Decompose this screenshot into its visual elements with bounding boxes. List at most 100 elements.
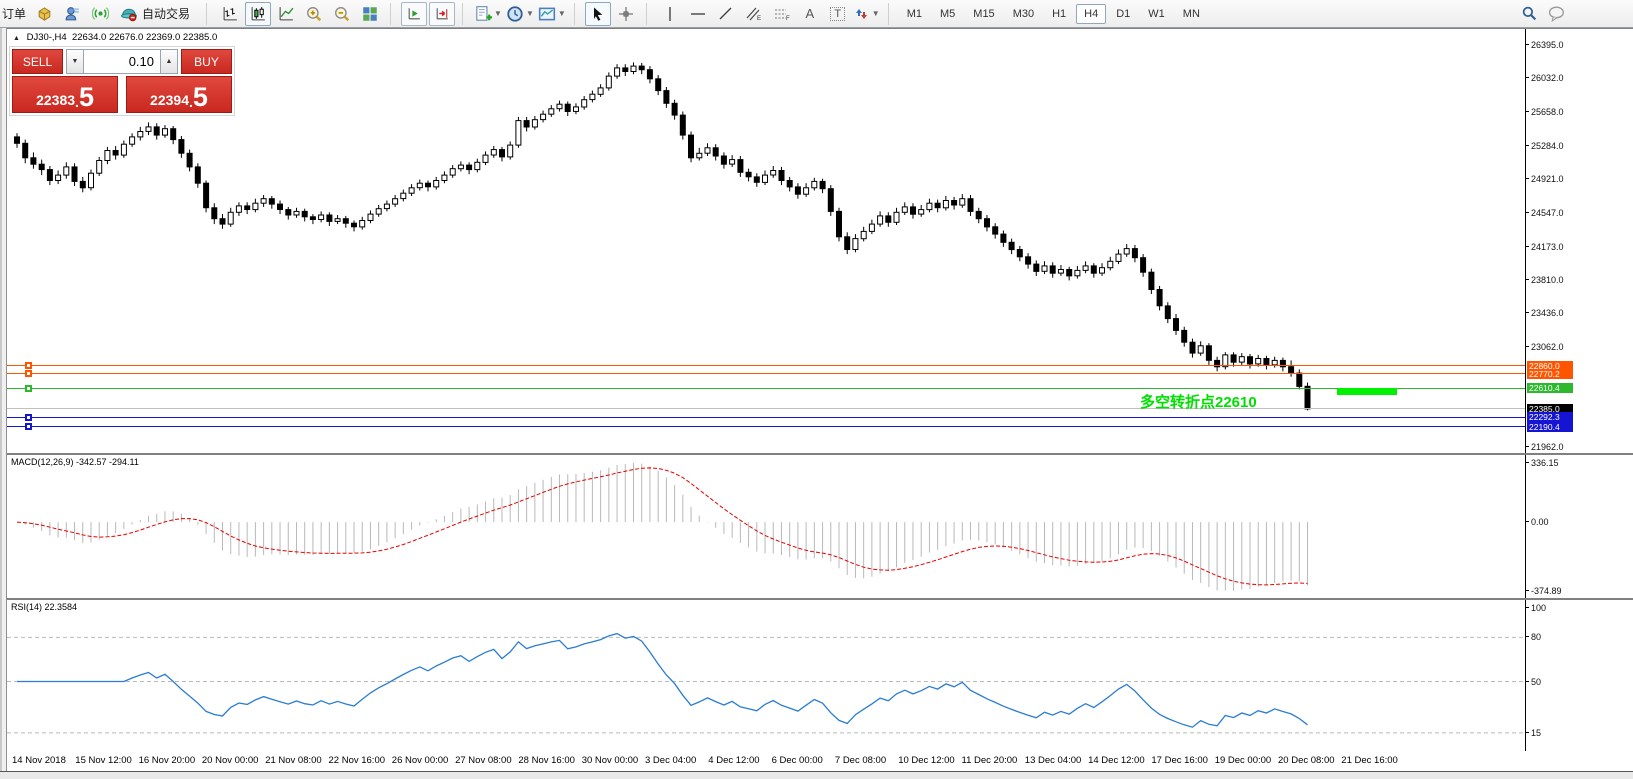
line-handle[interactable] [25, 362, 32, 369]
main-chart-window: ▲ DJ30-,H4 22634.0 22676.0 22369.0 22385… [7, 28, 1633, 453]
price-axis[interactable]: 26395.026032.025658.025284.024921.024547… [1525, 29, 1633, 453]
signal-icon[interactable] [87, 2, 113, 26]
date-axis-label: 21 Dec 16:00 [1341, 755, 1398, 766]
macd-axis[interactable]: 336.150.00-374.89 [1525, 455, 1633, 598]
ask-quote-button[interactable]: 22394.5 [126, 76, 232, 113]
volume-stepper: ▼ 0.10 ▲ [66, 49, 178, 74]
date-axis-label: 7 Dec 08:00 [835, 755, 886, 766]
text-tool[interactable]: A [797, 2, 823, 26]
zoom-in-button[interactable] [301, 2, 327, 26]
auto-scroll-button[interactable] [401, 2, 427, 26]
price-axis-tick: 23062.0 [1531, 342, 1564, 352]
autotrade-button[interactable]: 自动交易 [115, 2, 199, 26]
market-watch-icon[interactable] [31, 2, 57, 26]
line-handle[interactable] [25, 414, 32, 421]
line-chart-type-button[interactable] [273, 2, 299, 26]
chat-icon[interactable] [1544, 2, 1570, 26]
zoom-out-button[interactable] [329, 2, 355, 26]
navigator-icon[interactable] [59, 2, 85, 26]
sell-button[interactable]: SELL [12, 49, 63, 74]
vertical-line-tool[interactable] [657, 2, 683, 26]
rsi-window: RSI(14) 22.3584 1008050150 [7, 598, 1633, 751]
timeframe-d1[interactable]: D1 [1108, 4, 1138, 24]
pivot-annotation-text[interactable]: 多空转折点22610 [1140, 391, 1257, 412]
price-axis-tick: 23436.0 [1531, 308, 1564, 318]
toolbar-separator [574, 3, 580, 25]
ask-price: 22394 [150, 90, 189, 110]
text-label-tool[interactable]: T [825, 2, 851, 26]
line-handle[interactable] [25, 423, 32, 430]
timeframe-mn[interactable]: MN [1175, 4, 1208, 24]
template-button[interactable]: ▼ [537, 2, 567, 26]
ohlc-values: 22634.0 22676.0 22369.0 22385.0 [72, 32, 217, 43]
autotrade-label: 自动交易 [138, 5, 194, 22]
line-handle[interactable] [25, 370, 32, 377]
buy-button[interactable]: BUY [181, 49, 232, 74]
timeframe-h1[interactable]: H1 [1044, 4, 1074, 24]
date-axis-label: 20 Nov 00:00 [202, 755, 259, 766]
timeframe-m15[interactable]: M15 [965, 4, 1002, 24]
rsi-label: RSI(14) 22.3584 [11, 602, 77, 612]
date-axis-label: 19 Dec 00:00 [1215, 755, 1272, 766]
top-toolbar: 订单 自动交易 ▼ ▼ ▼ E F A T ▼ M1M5M15M30H1H4D1… [0, 0, 1633, 28]
date-axis-label: 4 Dec 12:00 [708, 755, 759, 766]
tile-windows-button[interactable] [357, 2, 383, 26]
new-order-button[interactable]: 订单 [0, 5, 30, 22]
date-axis-label: 16 Nov 20:00 [139, 755, 196, 766]
macd-window: MACD(12,26,9) -342.57 -294.11 336.150.00… [7, 453, 1633, 598]
date-axis[interactable]: 14 Nov 201815 Nov 12:0016 Nov 20:0020 No… [7, 751, 1633, 771]
chart-title: ▲ DJ30-,H4 22634.0 22676.0 22369.0 22385… [13, 32, 217, 43]
date-axis-label: 13 Dec 04:00 [1025, 755, 1082, 766]
line-handle[interactable] [25, 385, 32, 392]
horizontal-line-22190.4[interactable] [7, 426, 1525, 427]
horizontal-line-tool[interactable] [685, 2, 711, 26]
rsi-plot[interactable]: RSI(14) 22.3584 [7, 600, 1525, 751]
status-bar [0, 771, 1633, 779]
equidistant-channel-tool[interactable]: E [741, 2, 767, 26]
fibonacci-tool[interactable]: F [769, 2, 795, 26]
horizontal-line-22385[interactable] [7, 408, 1525, 409]
trendline-tool[interactable] [713, 2, 739, 26]
bid-quote-button[interactable]: 22383.5 [12, 76, 118, 113]
search-icon[interactable] [1516, 2, 1542, 26]
timeframe-m1[interactable]: M1 [899, 4, 930, 24]
periods-clock-button[interactable]: ▼ [505, 2, 535, 26]
window-left-frame [0, 28, 7, 771]
horizontal-line-22292.3[interactable] [7, 417, 1525, 418]
horizontal-line-22770.2[interactable] [7, 373, 1525, 374]
bar-chart-type-button[interactable] [217, 2, 243, 26]
price-line-label: 22190.4 [1527, 422, 1573, 432]
price-axis-tick: 23810.0 [1531, 275, 1564, 285]
chart-shift-button[interactable] [429, 2, 455, 26]
toolbar-separator [646, 3, 652, 25]
cursor-tool-button[interactable] [585, 2, 611, 26]
date-axis-label: 28 Nov 16:00 [518, 755, 575, 766]
volume-input[interactable]: 0.10 [84, 49, 160, 74]
bid-price: 22383 [36, 90, 75, 110]
timeframe-m30[interactable]: M30 [1005, 4, 1042, 24]
candlestick-chart-type-button[interactable] [245, 2, 271, 26]
timeframe-m5[interactable]: M5 [932, 4, 963, 24]
macd-plot[interactable]: MACD(12,26,9) -342.57 -294.11 [7, 455, 1525, 598]
horizontal-line-22860[interactable] [7, 365, 1525, 366]
price-axis-tick: 24173.0 [1531, 242, 1564, 252]
date-axis-label: 26 Nov 00:00 [392, 755, 449, 766]
date-axis-label: 3 Dec 04:00 [645, 755, 696, 766]
main-chart-plot[interactable]: ▲ DJ30-,H4 22634.0 22676.0 22369.0 22385… [7, 29, 1525, 453]
arrows-tool[interactable]: ▼ [853, 2, 881, 26]
pivot-level-highlight[interactable] [1337, 388, 1397, 395]
date-axis-label: 15 Nov 12:00 [75, 755, 132, 766]
date-axis-label: 30 Nov 00:00 [582, 755, 639, 766]
price-axis-tick: 24921.0 [1531, 174, 1564, 184]
rsi-axis[interactable]: 1008050150 [1525, 600, 1633, 751]
timeframe-h4[interactable]: H4 [1076, 4, 1106, 24]
timeframe-w1[interactable]: W1 [1140, 4, 1173, 24]
collapse-icon[interactable]: ▲ [13, 35, 20, 42]
date-axis-label: 27 Nov 08:00 [455, 755, 512, 766]
volume-decrease-button[interactable]: ▼ [66, 49, 84, 74]
crosshair-tool-button[interactable] [613, 2, 639, 26]
horizontal-line-22610.4[interactable] [7, 388, 1525, 389]
add-indicator-button[interactable]: ▼ [473, 2, 503, 26]
price-axis-tick: 25658.0 [1531, 107, 1564, 117]
volume-increase-button[interactable]: ▲ [160, 49, 178, 74]
